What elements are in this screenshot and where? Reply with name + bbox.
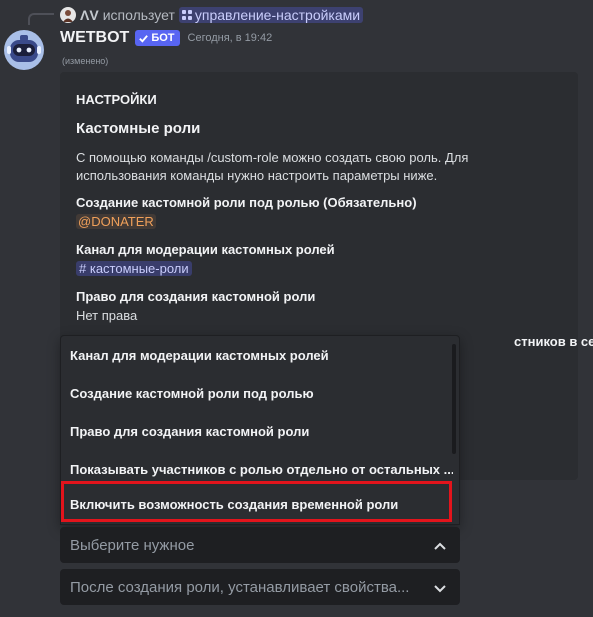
bot-username[interactable]: WETBOT — [60, 29, 129, 47]
channel-mention[interactable]: # кастомные-роли — [76, 261, 192, 276]
embed-description: С помощью команды /custom-role можно соз… — [76, 150, 469, 183]
settings-select[interactable]: Выберите нужное — [60, 527, 460, 563]
partial-field-name: стников в сети — [514, 334, 593, 349]
embed-field: Канал для модерации кастомных ролей # ка… — [76, 241, 562, 279]
field-value: Нет права — [76, 308, 138, 323]
bot-avatar[interactable] — [4, 30, 44, 70]
edited-label: (изменено) — [62, 56, 109, 66]
embed-author: НАСТРОЙКИ — [76, 92, 157, 107]
message-header: WETBOT БОТ Сегодня, в 19:42 — [60, 29, 272, 47]
role-mention[interactable]: @DONATER — [76, 214, 156, 229]
reply-action-text: использует — [102, 7, 175, 23]
field-name: Право для создания кастомной роли — [76, 289, 316, 304]
bot-badge: БОТ — [135, 30, 180, 46]
select-dropdown-menu[interactable]: Канал для модерации кастомных ролей Созд… — [60, 335, 460, 525]
dropdown-option[interactable]: Показывать участников с ролью отдельно о… — [61, 450, 453, 488]
message-timestamp[interactable]: Сегодня, в 19:42 — [188, 32, 273, 44]
select-placeholder: После создания роли, устанавливает свойс… — [70, 578, 410, 596]
dropdown-scrollbar[interactable] — [452, 344, 456, 454]
command-mention[interactable]: управление-настройками — [178, 7, 364, 23]
embed-field: Право для создания кастомной роли Нет пр… — [76, 288, 562, 326]
field-name: Канал для модерации кастомных ролей — [76, 242, 335, 257]
dropdown-option-highlighted[interactable]: Включить возможность создания временной … — [61, 485, 453, 523]
dropdown-option[interactable]: Создание кастомной роли под ролью — [61, 374, 453, 412]
bot-badge-label: БОТ — [151, 32, 175, 44]
chevron-up-icon — [434, 542, 446, 550]
channel-name: кастомные-роли — [89, 261, 189, 276]
dropdown-option[interactable]: Право для создания кастомной роли — [61, 412, 453, 450]
role-property-select[interactable]: После создания роли, устанавливает свойс… — [60, 569, 460, 605]
dropdown-option[interactable]: Канал для модерации кастомных ролей — [61, 336, 453, 374]
chevron-down-icon — [434, 585, 446, 593]
slash-command-icon — [181, 10, 192, 20]
reply-connector — [28, 13, 54, 25]
checkmark-icon — [139, 34, 149, 43]
field-name: Создание кастомной роли под ролью (Обяза… — [76, 195, 417, 210]
select-placeholder: Выберите нужное — [70, 536, 195, 554]
reply-username[interactable]: ΛV — [80, 7, 99, 23]
robot-icon — [4, 30, 44, 70]
embed-title: Кастомные роли — [76, 120, 201, 137]
command-name: управление-настройками — [194, 7, 361, 23]
embed-field: Создание кастомной роли под ролью (Обяза… — [76, 194, 562, 232]
reply-user-avatar[interactable] — [60, 7, 76, 23]
reply-context: ΛV использует управление-настройками — [60, 5, 364, 25]
hash-icon: # — [79, 261, 90, 276]
